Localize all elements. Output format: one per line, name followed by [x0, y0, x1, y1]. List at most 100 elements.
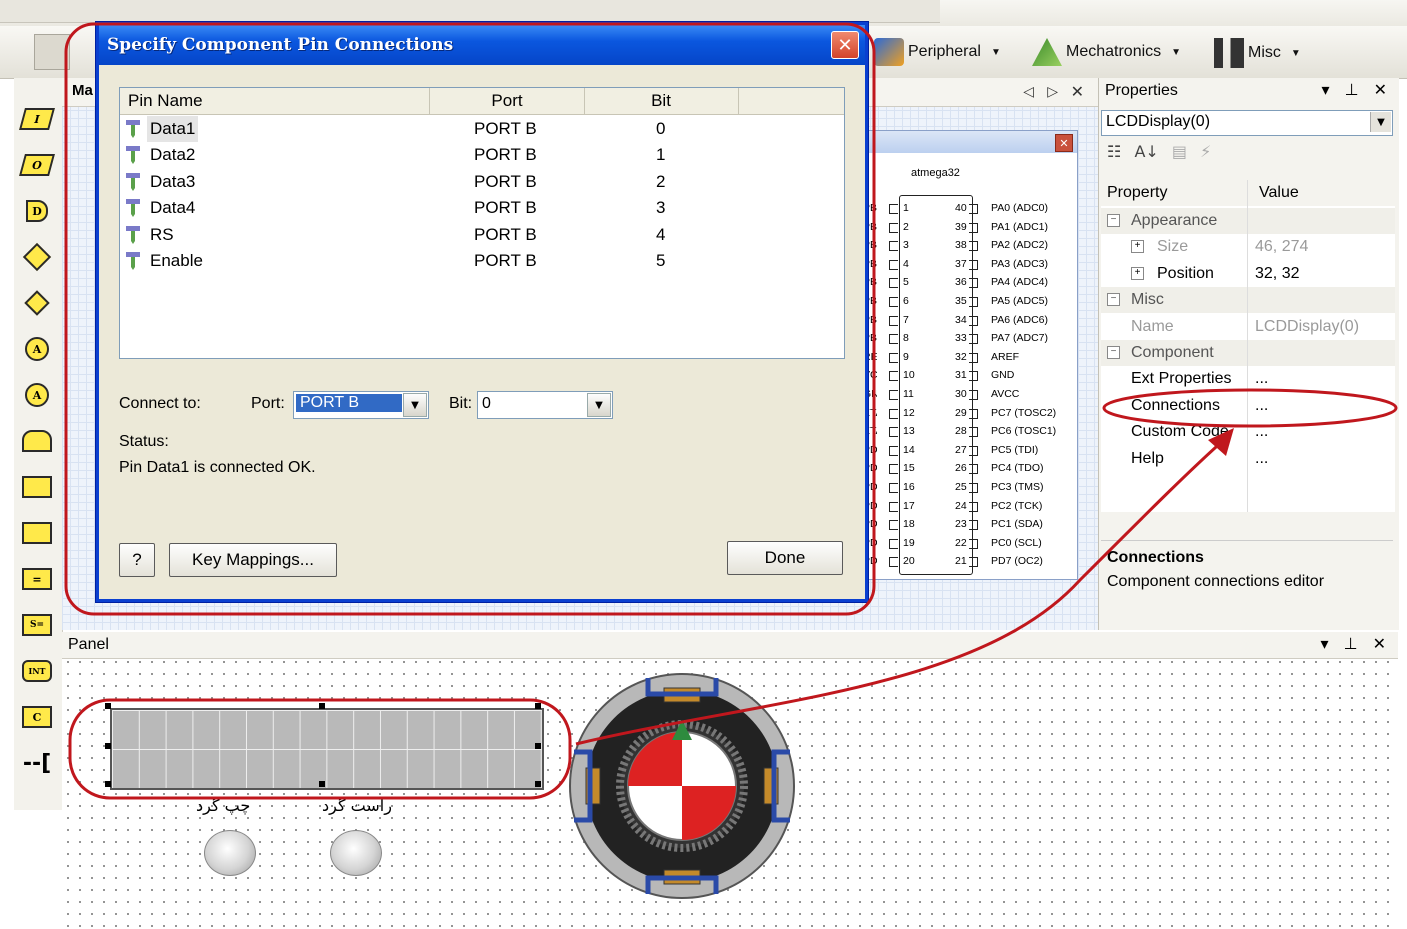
chip-pin-right: 21 PD7 (OC2) [955, 552, 1075, 570]
main-tab[interactable]: Ma [72, 82, 93, 99]
dropdown-icon[interactable]: ▾ [1320, 634, 1328, 653]
chevron-down-icon[interactable]: ▼ [587, 393, 611, 417]
misc-menu[interactable]: Misc ▼ [1214, 38, 1301, 68]
expand-icon[interactable]: + [1131, 266, 1144, 280]
key-mappings-button[interactable]: Key Mappings... [169, 543, 337, 577]
close-icon[interactable]: ✕ [1373, 634, 1386, 653]
output-block-button[interactable]: O [19, 150, 55, 180]
chip-pin-right-number: 24 [955, 499, 967, 512]
property-value[interactable]: 46, 274 [1255, 238, 1308, 256]
collapse-icon[interactable]: − [1107, 293, 1120, 307]
property-row-appearance[interactable]: − Appearance [1101, 208, 1395, 234]
component-selector[interactable]: LCDDisplay(0) ▼ [1101, 110, 1393, 136]
help-button[interactable]: ? [119, 543, 155, 577]
property-value[interactable]: ... [1255, 423, 1268, 441]
property-value[interactable]: 32, 32 [1255, 265, 1299, 283]
col-bit[interactable]: Bit [584, 88, 739, 114]
delay-block-button[interactable]: D [20, 196, 54, 226]
property-value[interactable]: LCDDisplay(0) [1255, 318, 1359, 336]
comment-block-button[interactable]: --[ [20, 748, 54, 778]
chevron-down-icon: ▼ [1290, 47, 1301, 59]
tab-right-arrow-icon[interactable]: ▷ [1047, 84, 1058, 100]
collapse-icon[interactable]: − [1107, 346, 1120, 359]
pin-row[interactable]: Enable PORT B 5 [120, 248, 844, 274]
resize-handle[interactable] [535, 703, 541, 709]
pin-row[interactable]: Data3 PORT B 2 [120, 169, 844, 195]
interrupt-block-button[interactable]: INT [20, 656, 54, 686]
categorized-icon[interactable]: ☷ [1107, 142, 1121, 161]
status-text: Pin Data1 is connected OK. [119, 459, 316, 476]
push-button-right[interactable] [330, 830, 382, 876]
resize-handle[interactable] [535, 743, 541, 749]
peripheral-menu[interactable]: Peripheral ▼ [874, 38, 1001, 66]
tools-icon [1214, 38, 1244, 68]
connection-point-button[interactable]: A [20, 334, 54, 364]
property-row-connections[interactable]: Connections... [1101, 393, 1395, 419]
port-select[interactable]: PORT B ▼ [293, 391, 429, 419]
property-value[interactable]: ... [1255, 370, 1268, 388]
col-pin-name[interactable]: Pin Name [120, 88, 430, 114]
calculation-block-button[interactable]: = [20, 564, 54, 594]
mechatronics-menu[interactable]: Mechatronics ▼ [1032, 38, 1181, 66]
close-icon[interactable]: ✕ [831, 31, 859, 59]
resize-handle[interactable] [535, 781, 541, 787]
chip-pin-stub [889, 445, 898, 456]
bit-select[interactable]: 0 ▼ [477, 391, 613, 419]
property-row-component[interactable]: − Component [1101, 340, 1395, 366]
loop-block-button[interactable] [20, 426, 54, 456]
resize-handle[interactable] [105, 781, 111, 787]
chevron-down-icon[interactable]: ▼ [1370, 112, 1391, 132]
c-code-icon: C [22, 706, 52, 728]
c-code-block-button[interactable]: C [20, 702, 54, 732]
pin-row[interactable]: RS PORT B 4 [120, 222, 844, 248]
component-macro-button[interactable] [20, 518, 54, 548]
stepper-motor[interactable] [566, 668, 798, 904]
pin-row[interactable]: Data4 PORT B 3 [120, 195, 844, 221]
pin-icon[interactable]: ⊥ [1345, 80, 1359, 99]
close-icon[interactable]: ✕ [1055, 134, 1073, 152]
chip-pin-right: 34 PA6 (ADC6) [955, 311, 1075, 329]
sort-alpha-icon[interactable]: A↓ [1134, 142, 1158, 161]
resize-handle[interactable] [319, 703, 325, 709]
tab-left-arrow-icon[interactable]: ◁ [1023, 84, 1034, 100]
pin-row[interactable]: Data1 PORT B 0 [120, 116, 844, 142]
property-row-name[interactable]: Name LCDDisplay(0) [1101, 314, 1395, 340]
input-block-button[interactable]: I [19, 104, 55, 134]
resize-handle[interactable] [105, 703, 111, 709]
resize-handle[interactable] [105, 743, 111, 749]
property-value[interactable]: ... [1255, 450, 1268, 468]
property-row-size[interactable]: + Size 46, 274 [1101, 234, 1395, 260]
chevron-down-icon[interactable]: ▼ [403, 393, 427, 417]
tool-icon[interactable] [34, 34, 70, 70]
macro-block-button[interactable] [20, 472, 54, 502]
property-row-custom-code[interactable]: Custom Code... [1101, 419, 1395, 445]
string-block-button[interactable]: S= [20, 610, 54, 640]
events-icon[interactable]: ⚡ [1200, 142, 1211, 161]
pin-port: PORT B [474, 145, 537, 165]
switch-block-button[interactable] [20, 288, 54, 318]
pin-icon[interactable]: ⊥ [1344, 634, 1358, 653]
col-port[interactable]: Port [430, 88, 585, 114]
property-row-position[interactable]: + Position 32, 32 [1101, 261, 1395, 287]
lcd-display[interactable] [110, 708, 544, 790]
expand-icon[interactable]: + [1131, 240, 1144, 254]
property-value[interactable]: ... [1255, 397, 1268, 415]
goto-point-button[interactable]: A [20, 380, 54, 410]
push-button-left[interactable] [204, 830, 256, 876]
property-row-ext-properties[interactable]: Ext Properties... [1101, 366, 1395, 392]
dropdown-icon[interactable]: ▾ [1321, 80, 1329, 99]
close-icon[interactable]: ✕ [1374, 80, 1387, 99]
property-pages-icon[interactable]: ▤ [1172, 142, 1187, 161]
collapse-icon[interactable]: − [1107, 214, 1120, 227]
chip-pin-stub [889, 222, 898, 233]
pin-row[interactable]: Data2 PORT B 1 [120, 142, 844, 168]
done-button[interactable]: Done [727, 541, 843, 575]
property-row-help[interactable]: Help... [1101, 446, 1395, 472]
decision-block-button[interactable] [20, 242, 54, 272]
pin-bit: 4 [656, 224, 666, 244]
resize-handle[interactable] [319, 781, 325, 787]
chip-pin-stub [969, 222, 978, 233]
property-row-misc[interactable]: − Misc [1101, 287, 1395, 314]
chip-pin-right-label: PC2 (TCK) [991, 499, 1043, 512]
tab-close-icon[interactable]: ✕ [1071, 82, 1084, 101]
